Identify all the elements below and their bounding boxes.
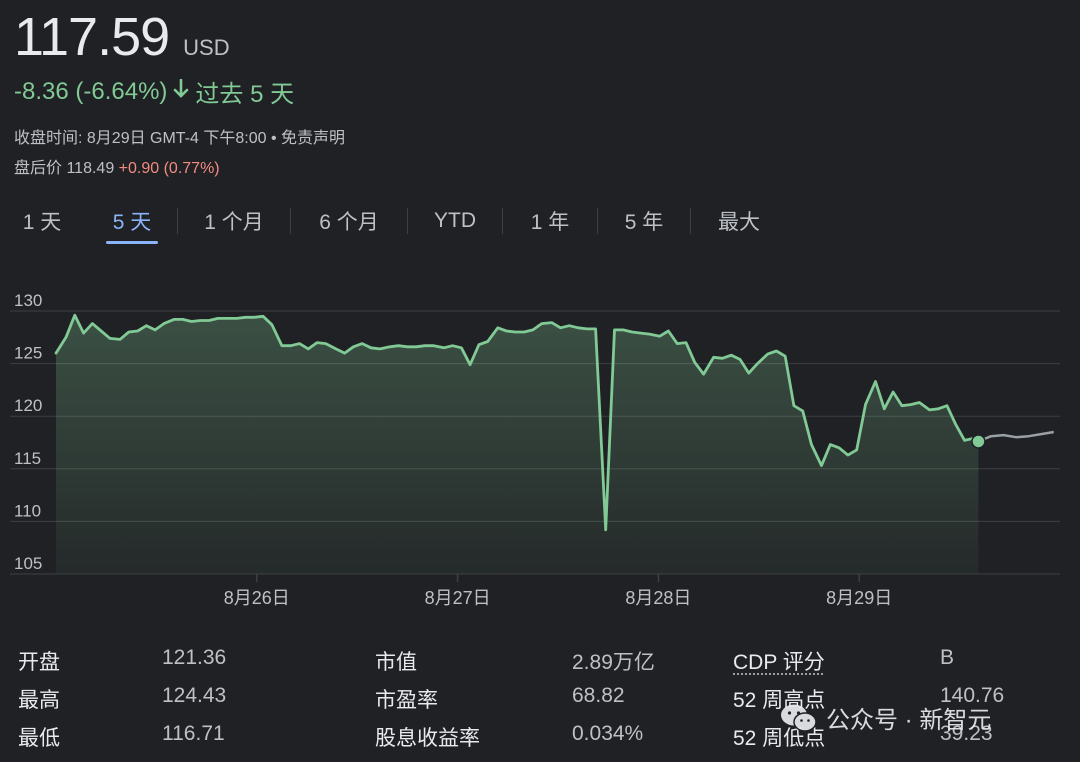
tab-1y[interactable]: 1 年 <box>503 200 597 242</box>
after-hours-price: 118.49 <box>66 160 115 177</box>
stat-label: 股息收益率 <box>375 727 480 750</box>
y-tick-label: 130 <box>14 291 42 310</box>
tab-max[interactable]: 最大 <box>691 200 787 242</box>
y-tick-label: 125 <box>14 344 42 363</box>
tab-1m[interactable]: 1 个月 <box>178 200 290 242</box>
x-tick-label: 8月29日 <box>826 588 892 608</box>
stat-value: B <box>940 646 955 669</box>
x-tick-label: 8月26日 <box>224 588 290 608</box>
watermark-text: 公众号 · 新智元 <box>826 707 992 734</box>
currency-label: USD <box>183 35 230 60</box>
after-hours-label: 盘后价 <box>14 160 63 177</box>
price-chart[interactable]: 105 110 115 120 125 130 8月26日 8月27日 8月28日 8月29日 <box>0 285 1080 625</box>
tab-6m[interactable]: 6 个月 <box>291 200 407 242</box>
change-period: 过去 5 天 <box>195 81 295 108</box>
y-tick-label: 115 <box>14 449 41 468</box>
after-hours-change: +0.90 (0.77%) <box>118 160 220 177</box>
y-tick-label: 120 <box>14 396 42 415</box>
stat-value: 121.36 <box>162 646 227 669</box>
tab-ytd[interactable]: YTD <box>408 200 502 242</box>
stat-label: 最低 <box>18 727 60 750</box>
stat-label[interactable]: CDP 评分 <box>733 646 825 676</box>
price-area <box>56 315 979 574</box>
stat-value: 0.034% <box>572 722 644 745</box>
x-tick-label: 8月27日 <box>425 588 491 608</box>
wechat-icon <box>781 704 817 732</box>
stat-label: 开盘 <box>18 651 60 674</box>
stat-value: 68.82 <box>572 684 625 707</box>
stat-label: 最高 <box>18 689 60 712</box>
stat-label: 市值 <box>375 651 417 674</box>
arrow-down-icon <box>173 78 189 106</box>
y-tick-label: 110 <box>14 501 41 520</box>
tab-5y[interactable]: 5 年 <box>598 200 690 242</box>
after-hours-line <box>977 430 1054 443</box>
tab-1d[interactable]: 1 天 <box>0 200 84 242</box>
price-change: -8.36 (-6.64%) <box>14 77 168 105</box>
y-tick-label: 105 <box>14 554 42 573</box>
tab-5d[interactable]: 5 天 <box>104 200 160 244</box>
current-price-marker <box>971 434 986 449</box>
current-price: 117.59 <box>14 7 170 67</box>
stat-value: 2.89万亿 <box>572 651 655 674</box>
watermark: 公众号 · 新智元 <box>780 700 991 735</box>
stat-label: 市盈率 <box>375 689 438 712</box>
stat-value: 116.71 <box>162 722 225 745</box>
x-tick-label: 8月28日 <box>625 588 691 608</box>
stat-value: 124.43 <box>162 684 227 707</box>
price-header: 117.59 USD <box>14 6 230 68</box>
close-time: 收盘时间: 8月29日 GMT-4 下午8:00 • 免责声明 <box>14 130 346 147</box>
after-hours-row: 盘后价 118.49 +0.90 (0.77%) <box>14 154 220 178</box>
range-tabs: 1 天 5 天 1 个月 6 个月 YTD 1 年 5 年 最大 <box>0 198 787 244</box>
price-change-row: -8.36 (-6.64%) 过去 5 天 <box>14 74 294 109</box>
